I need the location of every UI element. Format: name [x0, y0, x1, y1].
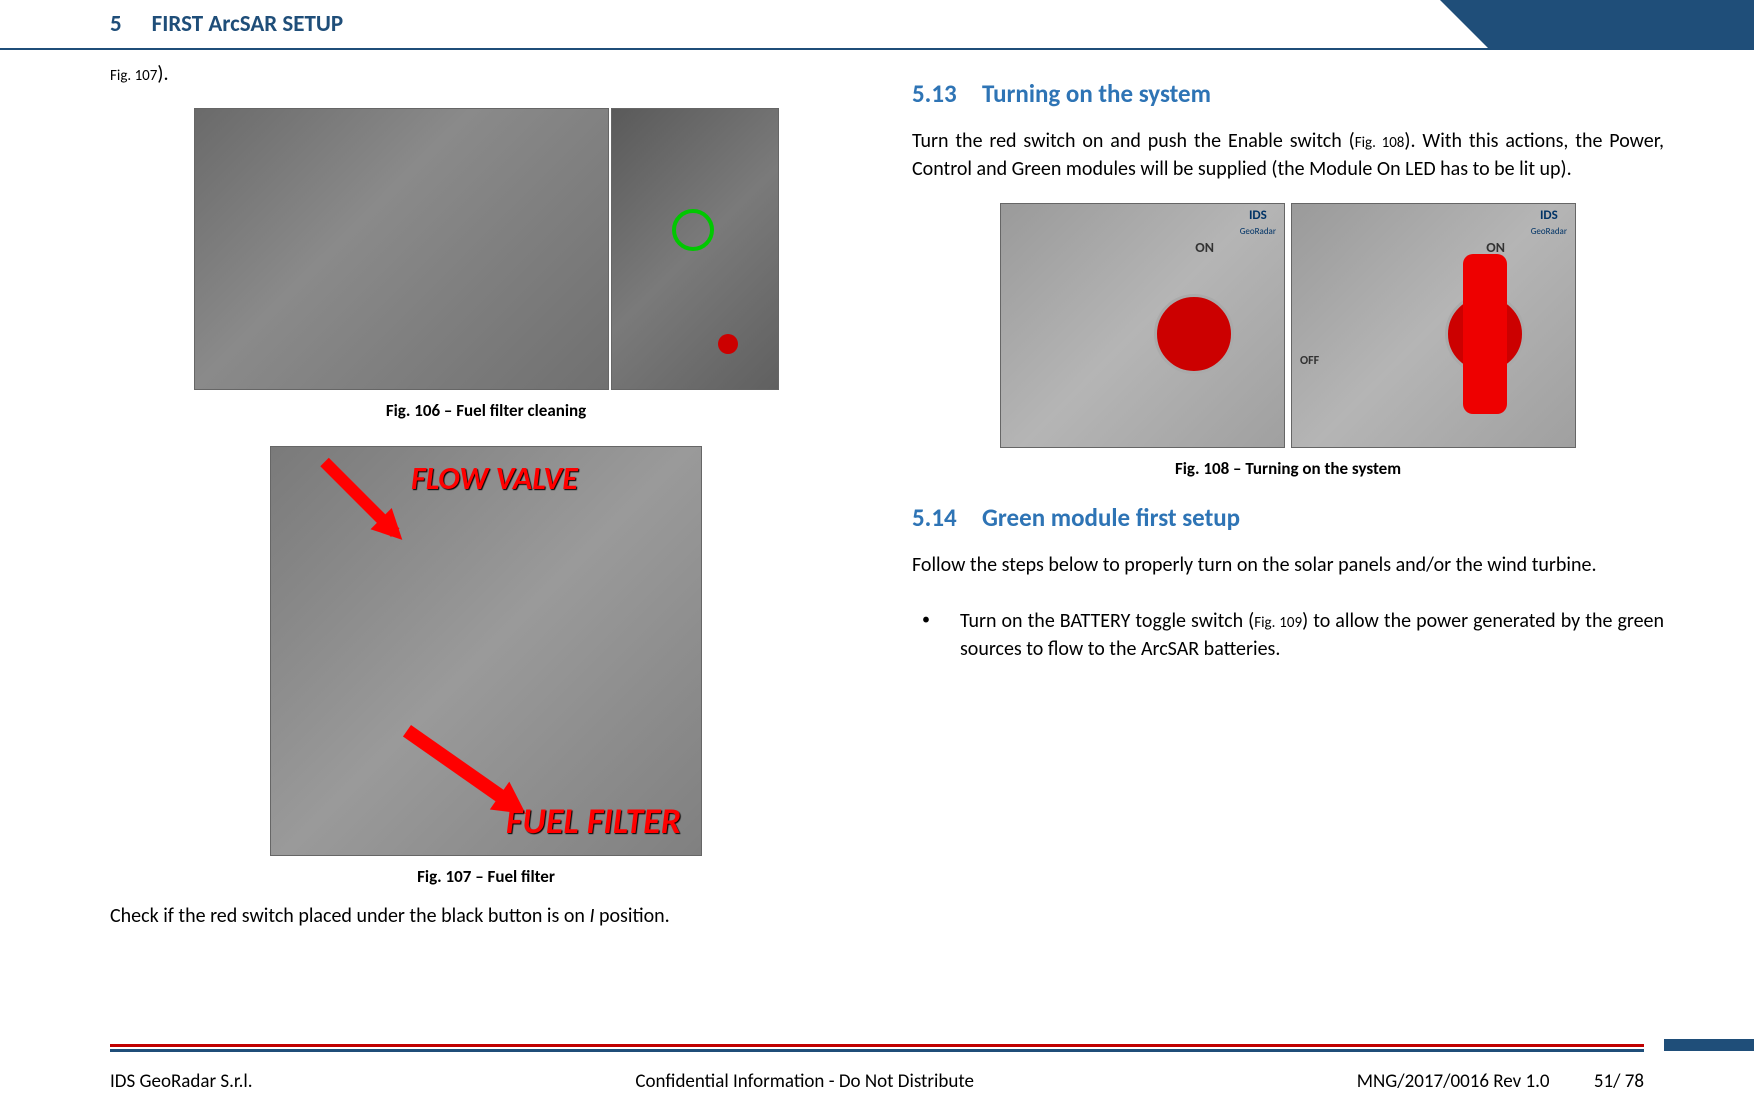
off-label-right: OFF — [1300, 354, 1319, 368]
green-circle-annotation — [672, 209, 714, 251]
section-5-14-body: Follow the steps below to properly turn … — [912, 551, 1664, 579]
figure-107-image: FLOW VALVE FUEL FILTER — [270, 446, 702, 856]
header-title-area: 5 FIRST ArcSAR SETUP — [0, 0, 1440, 48]
page-footer: IDS GeoRadar S.r.l. Confidential Informa… — [0, 1044, 1754, 1106]
figure-108-right-image: IDS GeoRadar ON OFF — [1291, 203, 1576, 448]
figure-107: FLOW VALVE FUEL FILTER — [110, 446, 862, 856]
figure-106 — [110, 108, 862, 390]
figure-108-left-image: IDS GeoRadar ON — [1000, 203, 1285, 448]
fig-ref-107: Fig. 107 — [110, 67, 157, 85]
footer-confidential: Confidential Information - Do Not Distri… — [635, 1070, 974, 1093]
fig-ref-108: Fig. 108 — [1355, 134, 1405, 152]
bullet-icon: • — [922, 607, 930, 663]
footer-page: 51/ 78 — [1594, 1070, 1644, 1093]
figure-107-caption: Fig. 107 – Fuel filter — [110, 866, 862, 887]
footer-right: MNG/2017/0016 Rev 1.0 51/ 78 — [1357, 1070, 1644, 1093]
section-5-14-heading: 5.14Green module first setup — [912, 502, 1664, 533]
header-underline — [0, 48, 1754, 50]
footer-docref: MNG/2017/0016 Rev 1.0 — [1357, 1070, 1550, 1093]
bullet-list: • Turn on the BATTERY toggle switch (Fig… — [912, 607, 1664, 675]
figure-108: IDS GeoRadar ON IDS GeoRadar ON OFF — [912, 203, 1664, 448]
georadar-text: GeoRadar — [1240, 226, 1276, 237]
section-5-13-body: Turn the red switch on and push the Enab… — [912, 127, 1664, 183]
chapter-number: 5 — [110, 10, 122, 38]
ids-text: IDS — [1249, 208, 1267, 223]
red-dot-annotation — [718, 334, 738, 354]
georadar-text-r: GeoRadar — [1531, 226, 1567, 237]
ids-text-r: IDS — [1540, 208, 1558, 223]
red-switch-left — [1154, 294, 1234, 374]
bullet-1-text: Turn on the BATTERY toggle switch (Fig. … — [960, 607, 1664, 663]
figure-108-caption: Fig. 108 – Turning on the system — [912, 458, 1664, 479]
chapter-title: FIRST ArcSAR SETUP — [152, 10, 343, 38]
switch-text-pre: Check if the red switch placed under the… — [110, 904, 589, 928]
section-5-13-title: Turning on the system — [982, 78, 1211, 109]
page-content: Fig. 107). Fig. 106 – Fuel filter cleani… — [110, 60, 1664, 1026]
right-column: 5.13Turning on the system Turn the red s… — [912, 70, 1664, 1026]
section-5-14-title: Green module first setup — [982, 502, 1240, 533]
footer-company: IDS GeoRadar S.r.l. — [110, 1070, 253, 1093]
switch-check-text: Check if the red switch placed under the… — [110, 902, 862, 930]
red-switch-handle-right — [1463, 254, 1507, 414]
figure-106-left-image — [194, 108, 609, 390]
on-label-left: ON — [1195, 239, 1214, 256]
section-5-13-number: 5.13 — [912, 78, 982, 109]
page-header: 5 FIRST ArcSAR SETUP — [0, 0, 1754, 48]
ids-logo-left: IDS GeoRadar — [1240, 208, 1276, 238]
footer-content: IDS GeoRadar S.r.l. Confidential Informa… — [0, 1052, 1754, 1093]
ids-logo-right: IDS GeoRadar — [1531, 208, 1567, 238]
figure-106-right-image — [611, 108, 779, 390]
switch-text-post: position. — [594, 904, 669, 928]
sec513-pre: Turn the red switch on and push the Enab… — [912, 129, 1355, 153]
fig-ref-suffix: ). — [157, 62, 168, 86]
fig-ref-109: Fig. 109 — [1254, 614, 1302, 632]
flow-valve-label: FLOW VALVE — [411, 459, 578, 498]
section-5-14-number: 5.14 — [912, 502, 982, 533]
header-decoration-bar — [1488, 0, 1754, 48]
figure-106-caption: Fig. 106 – Fuel filter cleaning — [110, 400, 862, 421]
section-5-13-heading: 5.13Turning on the system — [912, 78, 1664, 109]
fuel-filter-label: FUEL FILTER — [506, 799, 681, 843]
footer-line-red — [110, 1044, 1644, 1047]
left-column: Fig. 107). Fig. 106 – Fuel filter cleani… — [110, 60, 862, 1026]
top-crossref: Fig. 107). — [110, 60, 862, 88]
header-decoration-triangle — [1440, 0, 1488, 48]
bullet1-pre: Turn on the BATTERY toggle switch ( — [960, 609, 1254, 633]
list-item: • Turn on the BATTERY toggle switch (Fig… — [922, 607, 1664, 663]
